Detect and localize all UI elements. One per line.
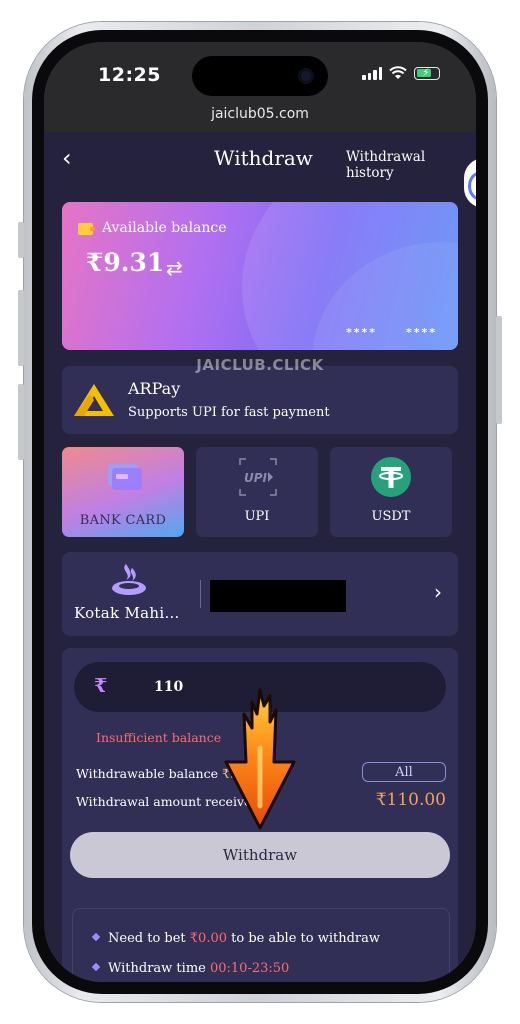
method-label: USDT — [371, 509, 411, 524]
divider — [200, 580, 201, 608]
rupee-icon: ₹ — [94, 675, 108, 697]
bullet-icon — [91, 962, 101, 972]
rule-bet-suffix: to be able to withdraw — [231, 931, 381, 946]
bank-logo-icon — [112, 564, 146, 595]
phone-volume-up — [18, 290, 24, 366]
wifi-icon — [389, 66, 407, 79]
arpay-logo-icon — [74, 384, 114, 416]
svg-text:UPI: UPI — [244, 471, 268, 485]
method-label: UPI — [244, 509, 270, 524]
rule-time-value: 00:10-23:50 — [209, 961, 290, 976]
available-balance-label: Available balance — [102, 220, 227, 236]
received-amount: ₹110.00 — [375, 790, 446, 810]
phone-side-button — [18, 222, 24, 258]
page-header: ‹ Withdraw Withdrawal history — [44, 138, 476, 181]
camera-dot — [298, 68, 314, 84]
method-usdt[interactable]: USDT — [330, 447, 452, 537]
all-button[interactable]: All — [362, 762, 446, 782]
balance-card: Available balance ₹9.31 ⇄ **** **** — [62, 202, 458, 350]
insufficient-balance-message: Insufficient balance — [96, 730, 222, 745]
method-bank-card[interactable]: BANK CARD — [62, 447, 184, 537]
withdrawable-label: Withdrawable balance — [76, 766, 219, 781]
watermark: JAICLUB.CLICK — [196, 356, 324, 374]
rule-bet: Need to bet ₹0.00 to be able to withdraw — [91, 931, 381, 946]
fire-arrow-overlay — [224, 688, 296, 830]
phone-volume-down — [18, 384, 24, 460]
upi-icon: UPI — [239, 458, 277, 496]
bullet-icon — [91, 932, 101, 942]
chevron-right-icon: › — [434, 580, 442, 604]
wallet-icon — [78, 223, 95, 235]
support-icon — [468, 172, 476, 200]
address-url[interactable]: jaiclub05.com — [44, 106, 476, 122]
rules-box: Need to bet ₹0.00 to be able to withdraw… — [72, 908, 450, 982]
phone-power-button — [496, 316, 502, 424]
dynamic-island — [192, 56, 328, 96]
screen: 12:25 ⚡ jaiclub05.com ‹ Withdraw Withdra… — [44, 42, 476, 982]
method-label: BANK CARD — [79, 513, 167, 528]
method-upi[interactable]: UPI UPI — [196, 447, 318, 537]
provider-name: ARPay — [128, 379, 181, 398]
card-mask-left: **** — [346, 326, 378, 339]
system-icons: ⚡ — [362, 66, 440, 80]
balance-amount: ₹9.31 — [86, 248, 165, 277]
status-time: 12:25 — [98, 64, 161, 86]
rule-bet-prefix: Need to bet — [108, 931, 186, 946]
withdrawal-history-link[interactable]: Withdrawal history — [346, 149, 476, 181]
battery-icon: ⚡ — [414, 66, 440, 80]
refresh-icon[interactable]: ⇄ — [166, 256, 183, 280]
provider-description: Supports UPI for fast payment — [128, 405, 330, 420]
withdraw-button[interactable]: Withdraw — [70, 832, 450, 878]
rule-bet-value: ₹0.00 — [189, 931, 227, 946]
bank-selector[interactable]: Kotak Mahi… › — [62, 552, 458, 636]
tether-icon — [371, 457, 411, 497]
page-title: Withdraw — [214, 146, 313, 170]
account-number-redacted — [210, 580, 346, 612]
bank-name: Kotak Mahi… — [74, 604, 180, 622]
back-icon[interactable]: ‹ — [62, 144, 72, 172]
payment-provider-card[interactable]: ARPay Supports UPI for fast payment — [62, 366, 458, 434]
status-bar: 12:25 ⚡ jaiclub05.com — [44, 42, 476, 132]
rule-time-prefix: Withdraw time — [108, 961, 206, 976]
signal-icon — [362, 66, 382, 80]
card-mask-right: **** — [406, 326, 438, 339]
bank-card-icon — [108, 464, 142, 490]
rule-time: Withdraw time 00:10-23:50 — [91, 961, 290, 976]
